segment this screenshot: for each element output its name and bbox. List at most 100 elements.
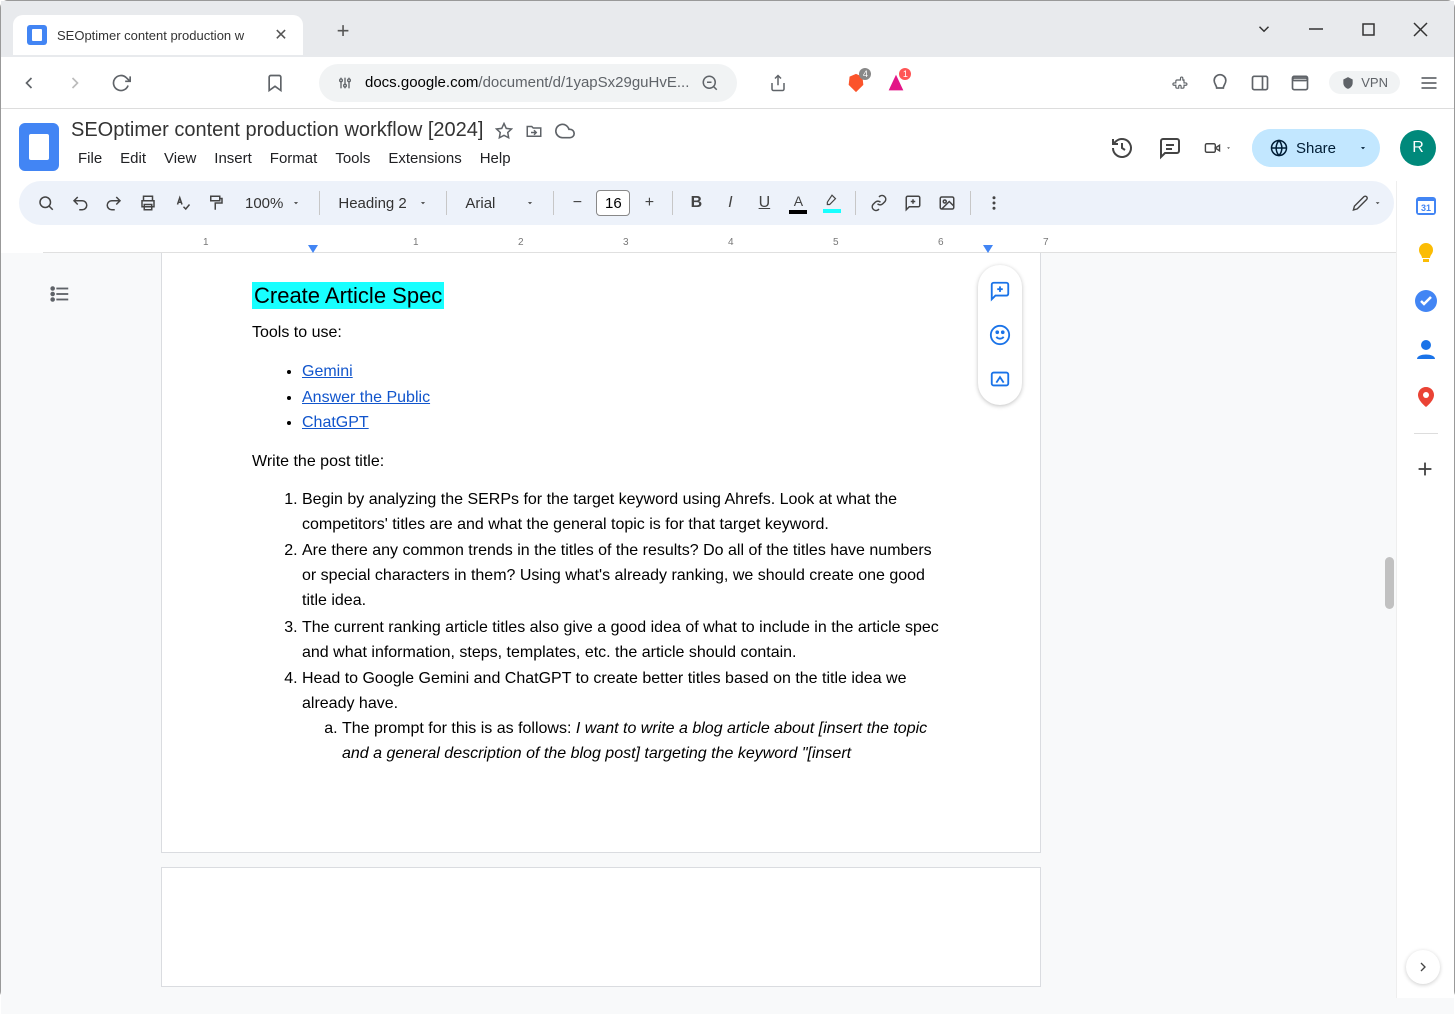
browser-tab[interactable]: SEOptimer content production w ✕ bbox=[13, 15, 303, 55]
list-item[interactable]: The current ranking article titles also … bbox=[302, 616, 950, 666]
close-window-button[interactable] bbox=[1408, 17, 1432, 41]
keep-app-icon[interactable] bbox=[1414, 241, 1438, 265]
undo-button[interactable] bbox=[65, 188, 95, 218]
sub-list[interactable]: The prompt for this is as follows: I wan… bbox=[342, 717, 950, 767]
comments-button[interactable] bbox=[1156, 134, 1184, 162]
maximize-button[interactable] bbox=[1356, 17, 1380, 41]
underline-button[interactable]: U bbox=[749, 188, 779, 218]
indent-marker-icon[interactable] bbox=[308, 245, 318, 253]
document-scroll[interactable]: Create Article Spec Tools to use: Gemini… bbox=[1, 253, 1454, 1014]
menu-extensions[interactable]: Extensions bbox=[381, 146, 468, 171]
maps-app-icon[interactable] bbox=[1414, 385, 1438, 409]
account-avatar[interactable]: R bbox=[1400, 130, 1436, 166]
brave-rewards-icon[interactable]: 1 bbox=[885, 72, 907, 94]
tasks-app-icon[interactable] bbox=[1414, 289, 1438, 313]
cloud-status-icon[interactable] bbox=[555, 121, 575, 141]
link-gemini[interactable]: Gemini bbox=[302, 363, 353, 380]
font-dropdown[interactable]: Arial bbox=[455, 195, 545, 212]
font-decrease-button[interactable]: − bbox=[562, 188, 592, 218]
menu-button[interactable] bbox=[1418, 72, 1440, 94]
vpn-button[interactable]: VPN bbox=[1329, 71, 1400, 94]
share-dropdown-button[interactable] bbox=[1354, 133, 1380, 163]
menu-edit[interactable]: Edit bbox=[113, 146, 153, 171]
document-page-next[interactable] bbox=[161, 867, 1041, 987]
tab-close-button[interactable]: ✕ bbox=[273, 27, 289, 43]
forward-button[interactable] bbox=[61, 69, 89, 97]
history-button[interactable] bbox=[1108, 134, 1136, 162]
paint-format-button[interactable] bbox=[201, 188, 231, 218]
list-item[interactable]: Gemini bbox=[302, 359, 950, 385]
suggest-edits-button[interactable] bbox=[984, 363, 1016, 395]
minimize-button[interactable] bbox=[1304, 17, 1328, 41]
brave-shields-icon[interactable]: 4 bbox=[845, 72, 867, 94]
extensions-button[interactable] bbox=[1169, 72, 1191, 94]
menu-help[interactable]: Help bbox=[473, 146, 518, 171]
reload-button[interactable] bbox=[107, 69, 135, 97]
back-button[interactable] bbox=[15, 69, 43, 97]
list-item[interactable]: Are there any common trends in the title… bbox=[302, 539, 950, 613]
bookmark-button[interactable] bbox=[261, 69, 289, 97]
horizontal-ruler[interactable]: 1 1 2 3 4 5 6 7 bbox=[43, 235, 1454, 253]
font-size-input[interactable] bbox=[596, 190, 630, 216]
site-settings-icon[interactable] bbox=[337, 75, 353, 91]
meet-button[interactable] bbox=[1204, 134, 1232, 162]
wallet-button[interactable] bbox=[1289, 72, 1311, 94]
right-indent-marker-icon[interactable] bbox=[983, 245, 993, 253]
link-chatgpt[interactable]: ChatGPT bbox=[302, 414, 369, 431]
menu-tools[interactable]: Tools bbox=[328, 146, 377, 171]
search-menus-button[interactable] bbox=[31, 188, 61, 218]
leo-ai-button[interactable] bbox=[1209, 72, 1231, 94]
menu-view[interactable]: View bbox=[157, 146, 203, 171]
share-url-button[interactable] bbox=[767, 72, 789, 94]
bold-button[interactable]: B bbox=[681, 188, 711, 218]
heading-text[interactable]: Create Article Spec bbox=[252, 282, 444, 309]
tab-search-button[interactable] bbox=[1252, 17, 1276, 41]
list-item[interactable]: The prompt for this is as follows: I wan… bbox=[342, 717, 950, 767]
contacts-app-icon[interactable] bbox=[1414, 337, 1438, 361]
star-button[interactable] bbox=[495, 122, 513, 140]
get-addons-button[interactable] bbox=[1414, 458, 1438, 482]
list-item[interactable]: Begin by analyzing the SERPs for the tar… bbox=[302, 488, 950, 538]
separator bbox=[553, 191, 554, 215]
add-emoji-button[interactable] bbox=[984, 319, 1016, 351]
menu-file[interactable]: File bbox=[71, 146, 109, 171]
tools-list[interactable]: Gemini Answer the Public ChatGPT bbox=[302, 359, 950, 436]
menu-format[interactable]: Format bbox=[263, 146, 325, 171]
font-increase-button[interactable]: + bbox=[634, 188, 664, 218]
highlight-button[interactable] bbox=[817, 188, 847, 218]
scrollbar-thumb[interactable] bbox=[1385, 557, 1394, 609]
zoom-dropdown[interactable]: 100% bbox=[235, 195, 311, 212]
redo-button[interactable] bbox=[99, 188, 129, 218]
body-text[interactable]: Write the post title: bbox=[252, 450, 950, 474]
calendar-app-icon[interactable]: 31 bbox=[1414, 193, 1438, 217]
zoom-out-icon[interactable] bbox=[701, 74, 719, 92]
outline-toggle-button[interactable] bbox=[49, 283, 73, 307]
sidebar-toggle-button[interactable] bbox=[1249, 72, 1271, 94]
url-input[interactable]: docs.google.com/document/d/1yapSx29guHvE… bbox=[319, 64, 737, 102]
style-dropdown[interactable]: Heading 2 bbox=[328, 195, 438, 212]
print-button[interactable] bbox=[133, 188, 163, 218]
link-answer-the-public[interactable]: Answer the Public bbox=[302, 389, 430, 406]
italic-button[interactable]: I bbox=[715, 188, 745, 218]
insert-image-button[interactable] bbox=[932, 188, 962, 218]
list-item[interactable]: Answer the Public bbox=[302, 385, 950, 411]
show-side-panel-button[interactable] bbox=[1406, 950, 1440, 984]
more-options-button[interactable] bbox=[979, 188, 1009, 218]
new-tab-button[interactable]: + bbox=[327, 15, 359, 47]
list-item[interactable]: Head to Google Gemini and ChatGPT to cre… bbox=[302, 667, 950, 766]
docs-logo-icon[interactable] bbox=[19, 123, 59, 171]
share-button[interactable]: Share bbox=[1252, 129, 1354, 167]
steps-list[interactable]: Begin by analyzing the SERPs for the tar… bbox=[302, 488, 950, 767]
add-comment-button[interactable] bbox=[984, 275, 1016, 307]
document-title[interactable]: SEOptimer content production workflow [2… bbox=[71, 119, 483, 142]
move-button[interactable] bbox=[525, 122, 543, 140]
body-text[interactable]: Tools to use: bbox=[252, 321, 950, 345]
link-button[interactable] bbox=[864, 188, 894, 218]
menu-insert[interactable]: Insert bbox=[207, 146, 259, 171]
document-page[interactable]: Create Article Spec Tools to use: Gemini… bbox=[161, 253, 1041, 853]
spellcheck-button[interactable] bbox=[167, 188, 197, 218]
editing-mode-button[interactable] bbox=[1352, 188, 1382, 218]
text-color-button[interactable]: A bbox=[783, 188, 813, 218]
insert-comment-button[interactable] bbox=[898, 188, 928, 218]
list-item[interactable]: ChatGPT bbox=[302, 410, 950, 436]
